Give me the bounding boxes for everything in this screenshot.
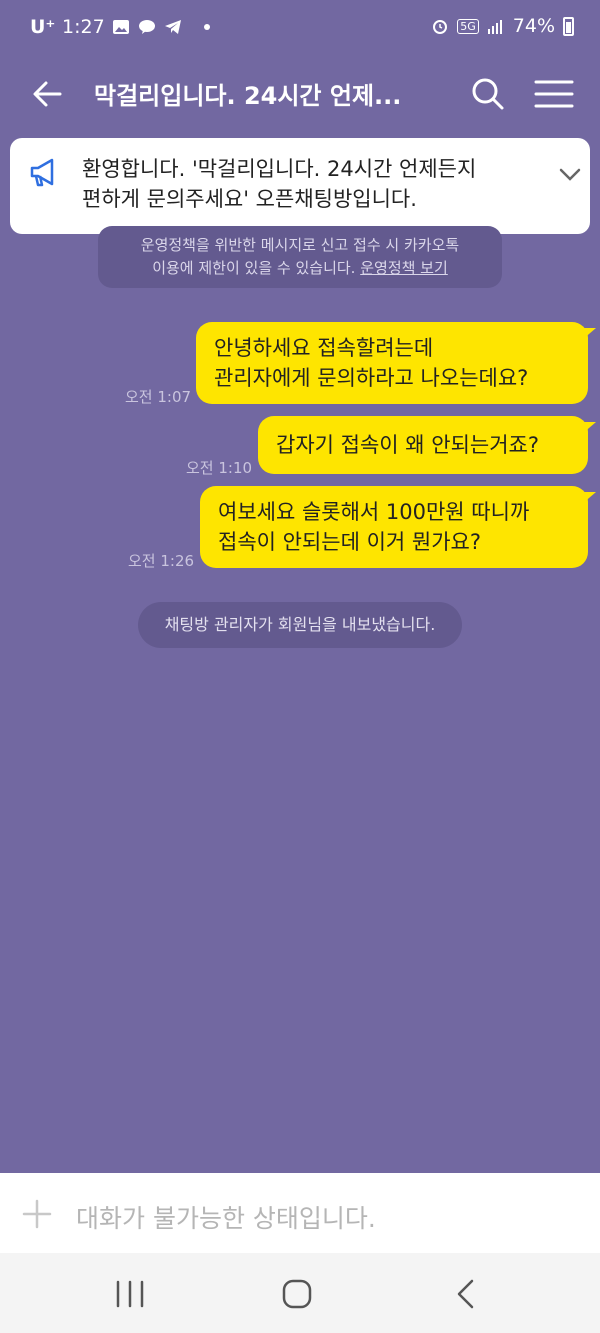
policy-link[interactable]: 운영정책 보기 (360, 259, 448, 277)
status-time: 1:27 (62, 16, 105, 38)
message-line: 접속이 안되는데 이거 뭔가요? (218, 530, 482, 554)
notification-icons (112, 18, 210, 36)
message-line: 관리자에게 문의하라고 나오는데요? (214, 366, 529, 390)
home-icon[interactable] (280, 1277, 314, 1311)
chevron-down-icon[interactable] (556, 160, 584, 188)
more-notifications-dot (204, 24, 210, 30)
message-line: 안녕하세요 접속할려는데 (214, 336, 434, 360)
message-bubble[interactable]: 갑자기 접속이 왜 안되는거죠? (258, 416, 596, 474)
telegram-icon (165, 20, 181, 34)
input-bar: 대화가 불가능한 상태입니다. (0, 1173, 600, 1253)
system-nav-bar (0, 1253, 600, 1333)
search-icon[interactable] (468, 74, 508, 114)
network-badge: 5G (457, 18, 479, 34)
signal-icon (487, 20, 502, 34)
message-bubble[interactable]: 안녕하세요 접속할려는데 관리자에게 문의하라고 나오는데요? (196, 322, 596, 404)
policy-notice: 운영정책을 위반한 메시지로 신고 접수 시 카카오톡 이용에 제한이 있을 수… (98, 226, 502, 288)
chat-title[interactable]: 막걸리입니다. 24시간 언제... (94, 76, 434, 111)
recent-apps-icon[interactable] (112, 1279, 148, 1309)
message-line: 갑자기 접속이 왜 안되는거죠? (276, 433, 540, 457)
status-right: 5G 74% (431, 15, 574, 37)
message-time: 오전 1:26 (128, 552, 195, 570)
message-line: 여보세요 슬롯해서 100만원 따니까 (218, 500, 530, 524)
notice-text: 환영합니다. '막걸리입니다. 24시간 언제든지 편하게 문의주세요' 오픈채… (82, 154, 532, 214)
system-message: 채팅방 관리자가 회원님을 내보냈습니다. (138, 602, 462, 648)
megaphone-icon (30, 158, 54, 187)
talk-icon (139, 20, 155, 34)
carrier-label: U⁺ (30, 16, 56, 38)
status-bar: U⁺ 1:27 5G 74% (0, 0, 600, 56)
notice-line-1: 환영합니다. '막걸리입니다. 24시간 언제든지 (82, 157, 477, 181)
policy-line-2-text: 이용에 제한이 있을 수 있습니다. (152, 259, 361, 277)
policy-line-1: 운영정책을 위반한 메시지로 신고 접수 시 카카오톡 (140, 236, 460, 254)
menu-icon[interactable] (532, 74, 576, 114)
back-arrow-icon[interactable] (28, 74, 68, 114)
message-bubble[interactable]: 여보세요 슬롯해서 100만원 따니까 접속이 안되는데 이거 뭔가요? (200, 486, 596, 568)
nav-back-icon[interactable] (452, 1277, 478, 1311)
gallery-icon (113, 20, 129, 34)
alarm-icon (433, 20, 448, 34)
chat-header: 막걸리입니다. 24시간 언제... (0, 56, 600, 130)
message-time: 오전 1:07 (125, 388, 192, 406)
message-time: 오전 1:10 (186, 459, 253, 477)
message-input[interactable]: 대화가 불가능한 상태입니다. (76, 1199, 376, 1235)
battery-percent: 74% (512, 15, 555, 37)
notice-line-2: 편하게 문의주세요' 오픈채팅방입니다. (82, 187, 417, 211)
battery-icon (563, 16, 574, 36)
policy-line-2: 이용에 제한이 있을 수 있습니다. 운영정책 보기 (98, 257, 502, 280)
plus-icon[interactable] (22, 1199, 52, 1229)
notice-card[interactable]: 환영합니다. '막걸리입니다. 24시간 언제든지 편하게 문의주세요' 오픈채… (10, 138, 590, 234)
